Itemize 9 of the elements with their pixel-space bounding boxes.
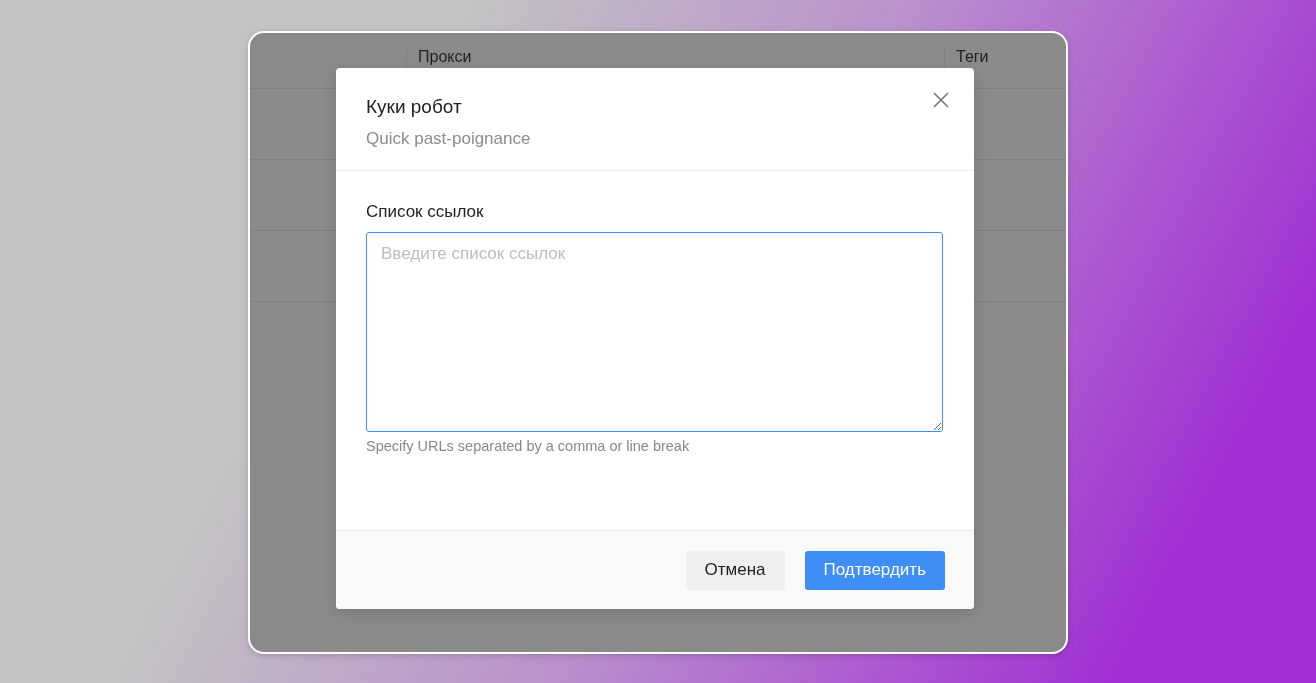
close-button[interactable] [932, 91, 950, 109]
field-label: Список ссылок [366, 201, 485, 224]
cancel-button[interactable]: Отмена [685, 550, 785, 590]
links-textarea[interactable]: Введите список ссылок [366, 231, 943, 432]
dialog-subtitle: Quick past-poignance [366, 128, 532, 150]
column-header: Теги [956, 48, 989, 65]
dialog-title: Куки робот [366, 95, 462, 119]
field-hint: Specify URLs separated by a comma or line break [366, 436, 691, 456]
column-header: Прокси [418, 48, 472, 65]
